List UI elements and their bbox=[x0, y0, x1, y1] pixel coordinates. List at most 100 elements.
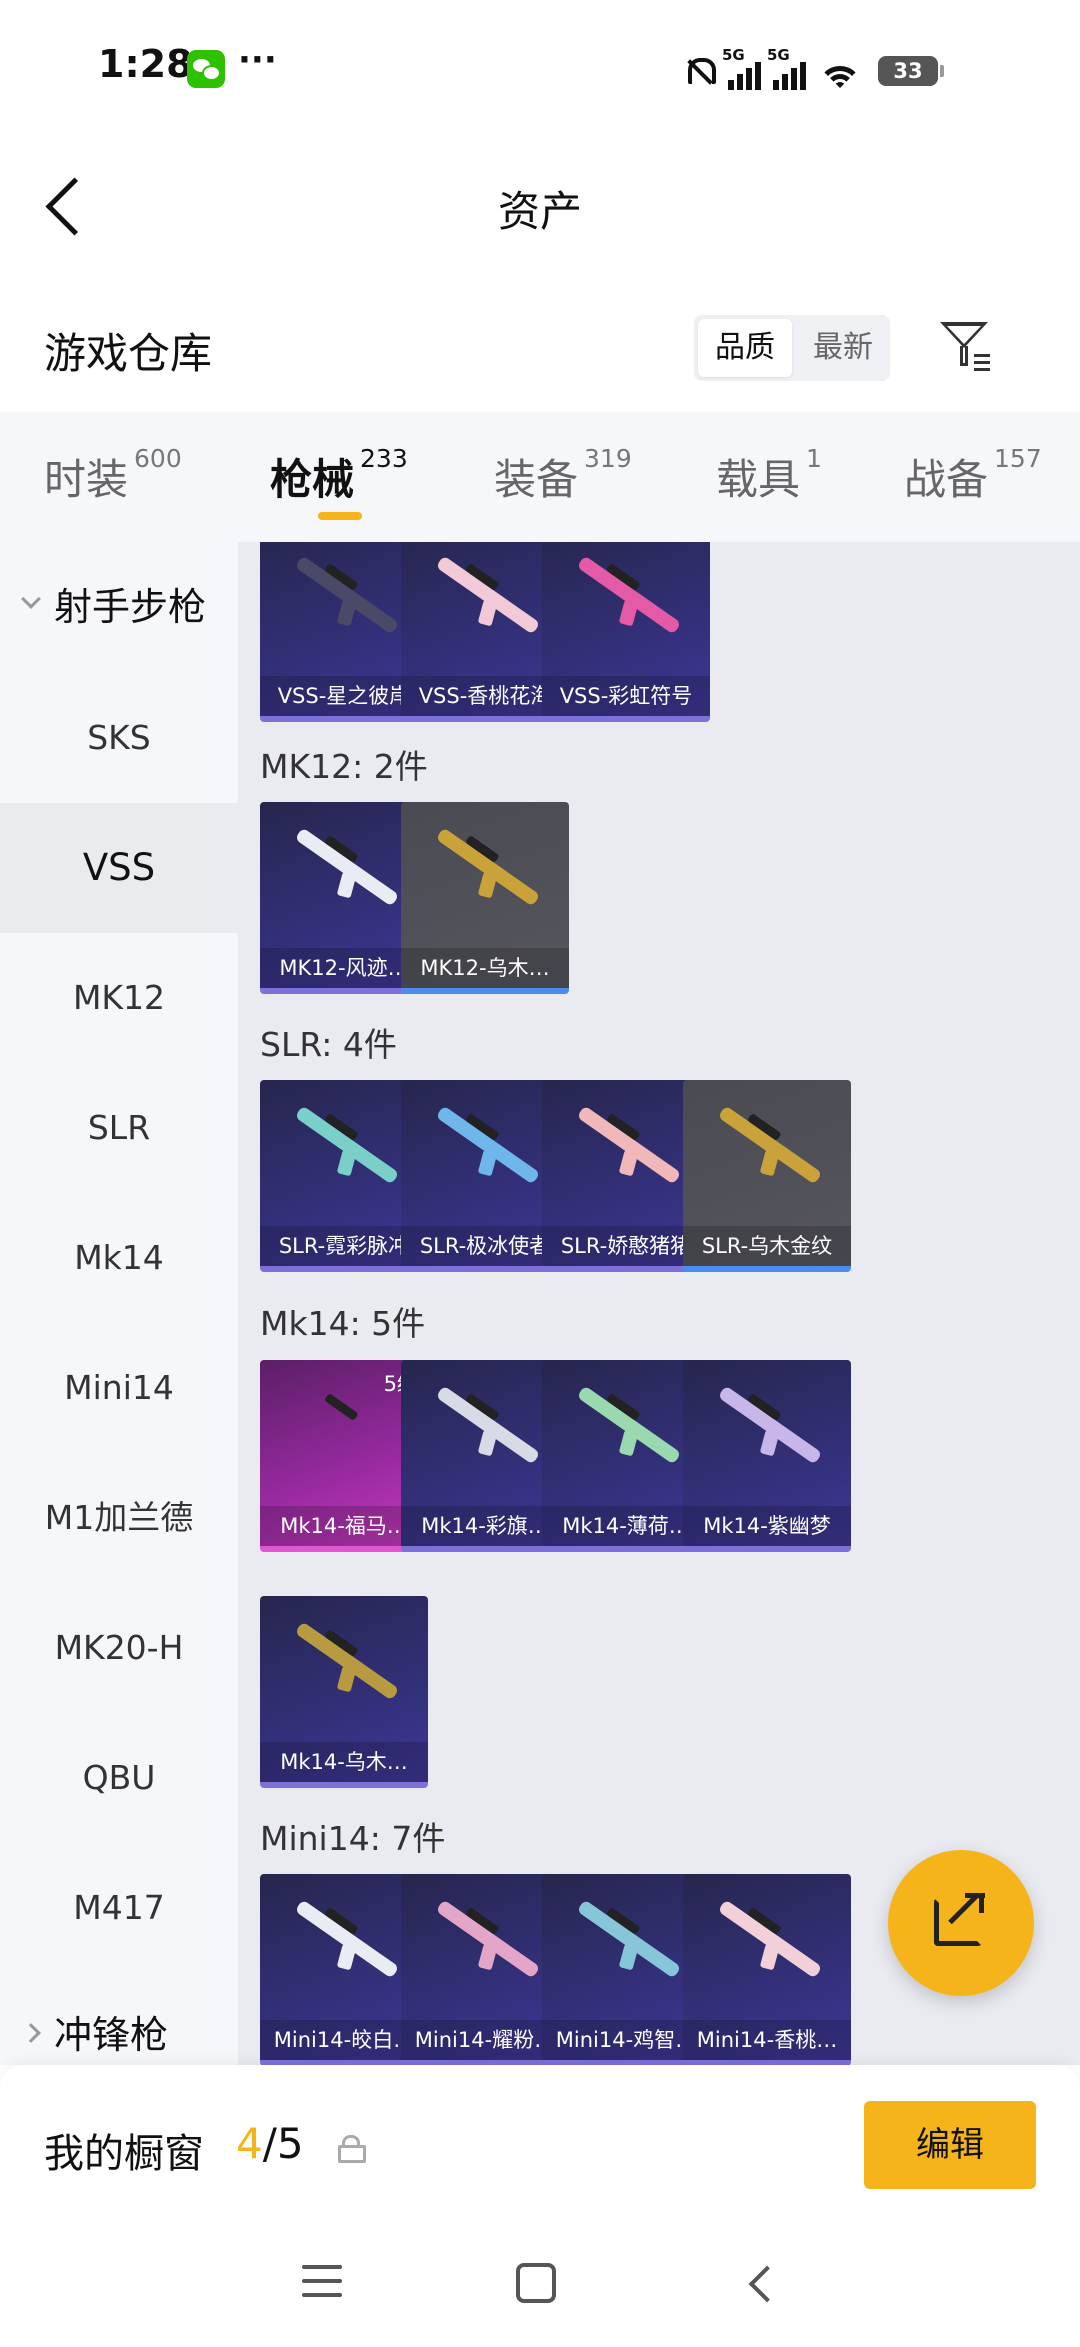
rifle-icon bbox=[576, 1105, 682, 1185]
section-label-slr: SLR: 4件 bbox=[260, 1025, 397, 1064]
sidebar-item-m1-garand[interactable]: M1加兰德 bbox=[0, 1453, 238, 1583]
tab-label: 时装 bbox=[44, 455, 129, 504]
network-type-label: 5G bbox=[722, 46, 745, 64]
sort-quality-option[interactable]: 品质 bbox=[698, 319, 792, 377]
item-grid: VSS-星之彼岸 VSS-香桃花海 VSS-彩虹符号 MK12: 2件 MK12… bbox=[238, 542, 1080, 2065]
menu-icon[interactable] bbox=[302, 2265, 342, 2301]
rifle-icon bbox=[717, 1899, 823, 1979]
page-title: 资产 bbox=[497, 187, 582, 236]
filter-icon[interactable] bbox=[940, 322, 994, 376]
share-icon bbox=[934, 1893, 985, 1946]
chevron-right-icon bbox=[21, 2023, 41, 2043]
showcase-current: 4 bbox=[236, 2119, 263, 2168]
sidebar-item-mini14[interactable]: Mini14 bbox=[0, 1323, 238, 1453]
sidebar-item-vss[interactable]: VSS bbox=[0, 803, 238, 933]
status-time: 1:28 bbox=[98, 42, 193, 86]
item-card[interactable]: SLR-乌木金纹 bbox=[683, 1080, 851, 1272]
showcase-count: 4/5 bbox=[236, 2119, 304, 2168]
item-name: Mk14-乌木… bbox=[260, 1742, 428, 1782]
edit-button[interactable]: 编辑 bbox=[864, 2101, 1036, 2189]
tab-count: 1 bbox=[806, 444, 822, 473]
rifle-icon bbox=[294, 1105, 400, 1185]
item-name: MK12-乌木… bbox=[401, 948, 569, 988]
item-card[interactable]: VSS-彩虹符号 bbox=[542, 542, 710, 722]
rifle-icon bbox=[576, 1385, 682, 1465]
tab-label: 装备 bbox=[494, 455, 579, 504]
tab-label: 载具 bbox=[716, 455, 801, 504]
section-label-mk12: MK12: 2件 bbox=[260, 747, 428, 786]
nav-back-icon[interactable] bbox=[742, 2265, 778, 2301]
tab-equipment[interactable]: 装备 319 bbox=[494, 444, 632, 507]
rifle-icon bbox=[294, 1621, 400, 1701]
showcase-total: /5 bbox=[262, 2119, 304, 2168]
rifle-icon bbox=[435, 1105, 541, 1185]
tab-count: 233 bbox=[360, 444, 408, 473]
rifle-icon bbox=[435, 1899, 541, 1979]
home-icon[interactable] bbox=[516, 2263, 556, 2303]
system-nav-bar bbox=[0, 2225, 1080, 2347]
rifle-icon bbox=[294, 827, 400, 907]
sidebar-item-sks[interactable]: SKS bbox=[0, 673, 238, 803]
sidebar-item-qbu[interactable]: QBU bbox=[0, 1713, 238, 1843]
share-button[interactable] bbox=[888, 1850, 1034, 1996]
tab-firearms[interactable]: 枪械 233 bbox=[270, 444, 408, 507]
sidebar-group-label: 射手步枪 bbox=[54, 585, 207, 629]
tab-outfits[interactable]: 时装 600 bbox=[44, 444, 182, 507]
sidebar-item-mk12[interactable]: MK12 bbox=[0, 933, 238, 1063]
signal-icon-2: 5G bbox=[767, 46, 806, 90]
tab-label: 战备 bbox=[904, 455, 989, 504]
sidebar-group-label: 冲锋枪 bbox=[54, 2013, 169, 2057]
item-card[interactable]: Mk14-紫幽梦 bbox=[683, 1360, 851, 1552]
rifle-icon bbox=[717, 1385, 823, 1465]
section-label-mini14: Mini14: 7件 bbox=[260, 1819, 446, 1858]
weapon-type-sidebar: 射手步枪 SKS VSS MK12 SLR Mk14 Mini14 M1加兰德 … bbox=[0, 542, 238, 2065]
sidebar-item-slr[interactable]: SLR bbox=[0, 1063, 238, 1193]
wechat-icon bbox=[187, 50, 225, 88]
item-card[interactable]: Mk14-乌木… bbox=[260, 1596, 428, 1788]
showcase-bar: 我的橱窗 4/5 编辑 bbox=[0, 2065, 1080, 2225]
item-card[interactable]: Mini14-香桃… bbox=[683, 1874, 851, 2065]
rifle-icon bbox=[717, 1105, 823, 1185]
wifi-icon bbox=[818, 52, 862, 90]
network-type-label-2: 5G bbox=[767, 46, 790, 64]
status-bar: 1:28 ··· 5G 5G 33 bbox=[0, 0, 1080, 130]
status-icons: 5G 5G 33 bbox=[682, 44, 944, 90]
tab-supplies[interactable]: 战备 157 bbox=[904, 444, 1042, 507]
sort-latest-option[interactable]: 最新 bbox=[796, 315, 890, 381]
battery-icon: 33 bbox=[878, 56, 944, 86]
tab-count: 157 bbox=[994, 444, 1042, 473]
sort-toggle: 品质 最新 bbox=[694, 315, 890, 381]
showcase-label: 我的橱窗 bbox=[44, 2131, 204, 2177]
warehouse-title: 游戏仓库 bbox=[44, 329, 213, 378]
sidebar-item-mk20-h[interactable]: MK20-H bbox=[0, 1583, 238, 1713]
rifle-icon bbox=[294, 1899, 400, 1979]
section-label-mk14: Mk14: 5件 bbox=[260, 1304, 426, 1343]
item-name: SLR-乌木金纹 bbox=[683, 1226, 851, 1266]
tab-count: 319 bbox=[584, 444, 632, 473]
rifle-icon bbox=[435, 555, 541, 635]
rifle-icon bbox=[576, 1899, 682, 1979]
sidebar-group-marksman-rifles[interactable]: 射手步枪 bbox=[0, 562, 238, 652]
rifle-icon bbox=[435, 1385, 541, 1465]
item-name: VSS-彩虹符号 bbox=[542, 676, 710, 716]
category-tabs: 时装 600 枪械 233 装备 319 载具 1 战备 157 bbox=[0, 412, 1080, 542]
item-card[interactable]: MK12-乌木… bbox=[401, 802, 569, 994]
page-header: 资产 bbox=[0, 150, 1080, 260]
rifle-icon bbox=[294, 555, 400, 635]
rifle-icon bbox=[576, 555, 682, 635]
active-tab-indicator bbox=[318, 512, 362, 520]
sidebar-group-smg[interactable]: 冲锋枪 bbox=[0, 1990, 238, 2065]
app-root: 1:28 ··· 5G 5G 33 资产 游戏仓库 品质 最新 时装 600 枪… bbox=[0, 0, 1080, 2347]
tab-label: 枪械 bbox=[270, 455, 355, 504]
tab-count: 600 bbox=[134, 444, 182, 473]
lock-icon bbox=[338, 2135, 366, 2163]
more-notifications-icon: ··· bbox=[238, 40, 277, 80]
mute-bell-icon bbox=[682, 52, 716, 90]
rifle-icon bbox=[435, 827, 541, 907]
chevron-down-icon bbox=[21, 589, 41, 609]
sidebar-item-mk14[interactable]: Mk14 bbox=[0, 1193, 238, 1323]
item-name: Mk14-紫幽梦 bbox=[683, 1506, 851, 1546]
tab-vehicles[interactable]: 载具 1 bbox=[716, 444, 822, 507]
signal-icon: 5G bbox=[722, 46, 761, 90]
sidebar-item-m417[interactable]: M417 bbox=[0, 1843, 238, 1973]
